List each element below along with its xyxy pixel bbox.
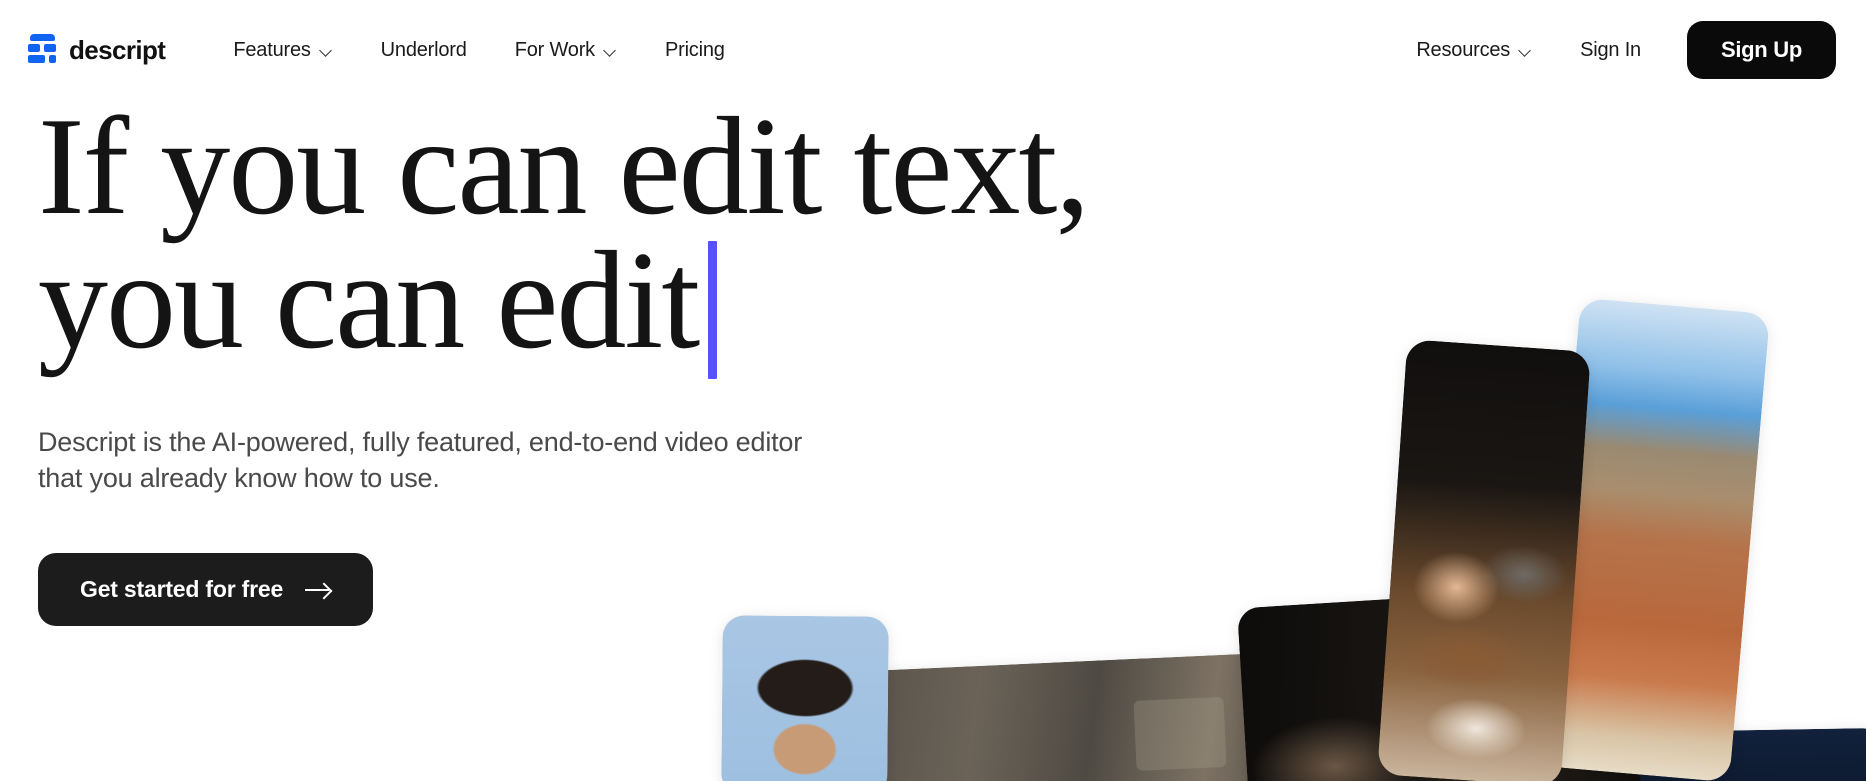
person-portrait-image [721,615,889,781]
nav-item-resources[interactable]: Resources [1392,29,1556,72]
sign-up-button[interactable]: Sign Up [1686,21,1836,79]
nav-item-label: Features [233,38,311,61]
hero-section: If you can edit text, you can edit Descr… [38,97,1238,627]
nav-item-label: For Work [514,38,595,61]
nav-item-underlord[interactable]: Underlord [357,29,491,72]
nav-item-sign-in[interactable]: Sign In [1556,29,1665,72]
subheading-line-1: Descript is the AI-powered, fully featur… [38,427,803,458]
nav-item-label: Pricing [664,38,725,61]
descript-logo-link[interactable]: descript [28,33,166,67]
cta-label: Get started for free [80,576,284,603]
nav-item-label: Sign In [1580,38,1641,61]
chevron-down-icon [604,45,617,58]
primary-nav-links: Features Underlord For Work Pricing [209,29,748,72]
text-cursor-caret [708,241,718,380]
cooking-hands-card[interactable] [1377,339,1591,781]
subheading-line-2: that you already know how to use. [38,463,440,494]
chevron-down-icon [1519,45,1532,58]
hero-subheading: Descript is the AI-powered, fully featur… [38,425,868,497]
landing-page: descript Features Underlord For Work Pri… [0,0,1866,781]
page-title: If you can edit text, you can edit [38,97,1238,380]
nav-item-features[interactable]: Features [209,29,356,72]
person-portrait-card[interactable] [721,615,889,781]
brand-wordmark: descript [69,35,166,65]
headline-line-2: you can edit [38,223,700,379]
chevron-down-icon [320,45,333,58]
nav-item-for-work[interactable]: For Work [491,29,641,72]
arrow-right-icon [305,582,331,598]
descript-logo-icon [28,33,57,67]
top-navigation-bar: descript Features Underlord For Work Pri… [0,0,1866,100]
nav-item-label: Underlord [380,38,467,61]
secondary-nav-links: Resources Sign In Sign Up [1392,21,1836,79]
headline-line-1: If you can edit text, [38,89,1090,244]
get-started-for-free-button[interactable]: Get started for free [38,553,374,627]
nav-item-pricing[interactable]: Pricing [641,29,749,72]
nav-item-label: Resources [1416,38,1511,61]
cooking-hands-image [1377,339,1591,781]
